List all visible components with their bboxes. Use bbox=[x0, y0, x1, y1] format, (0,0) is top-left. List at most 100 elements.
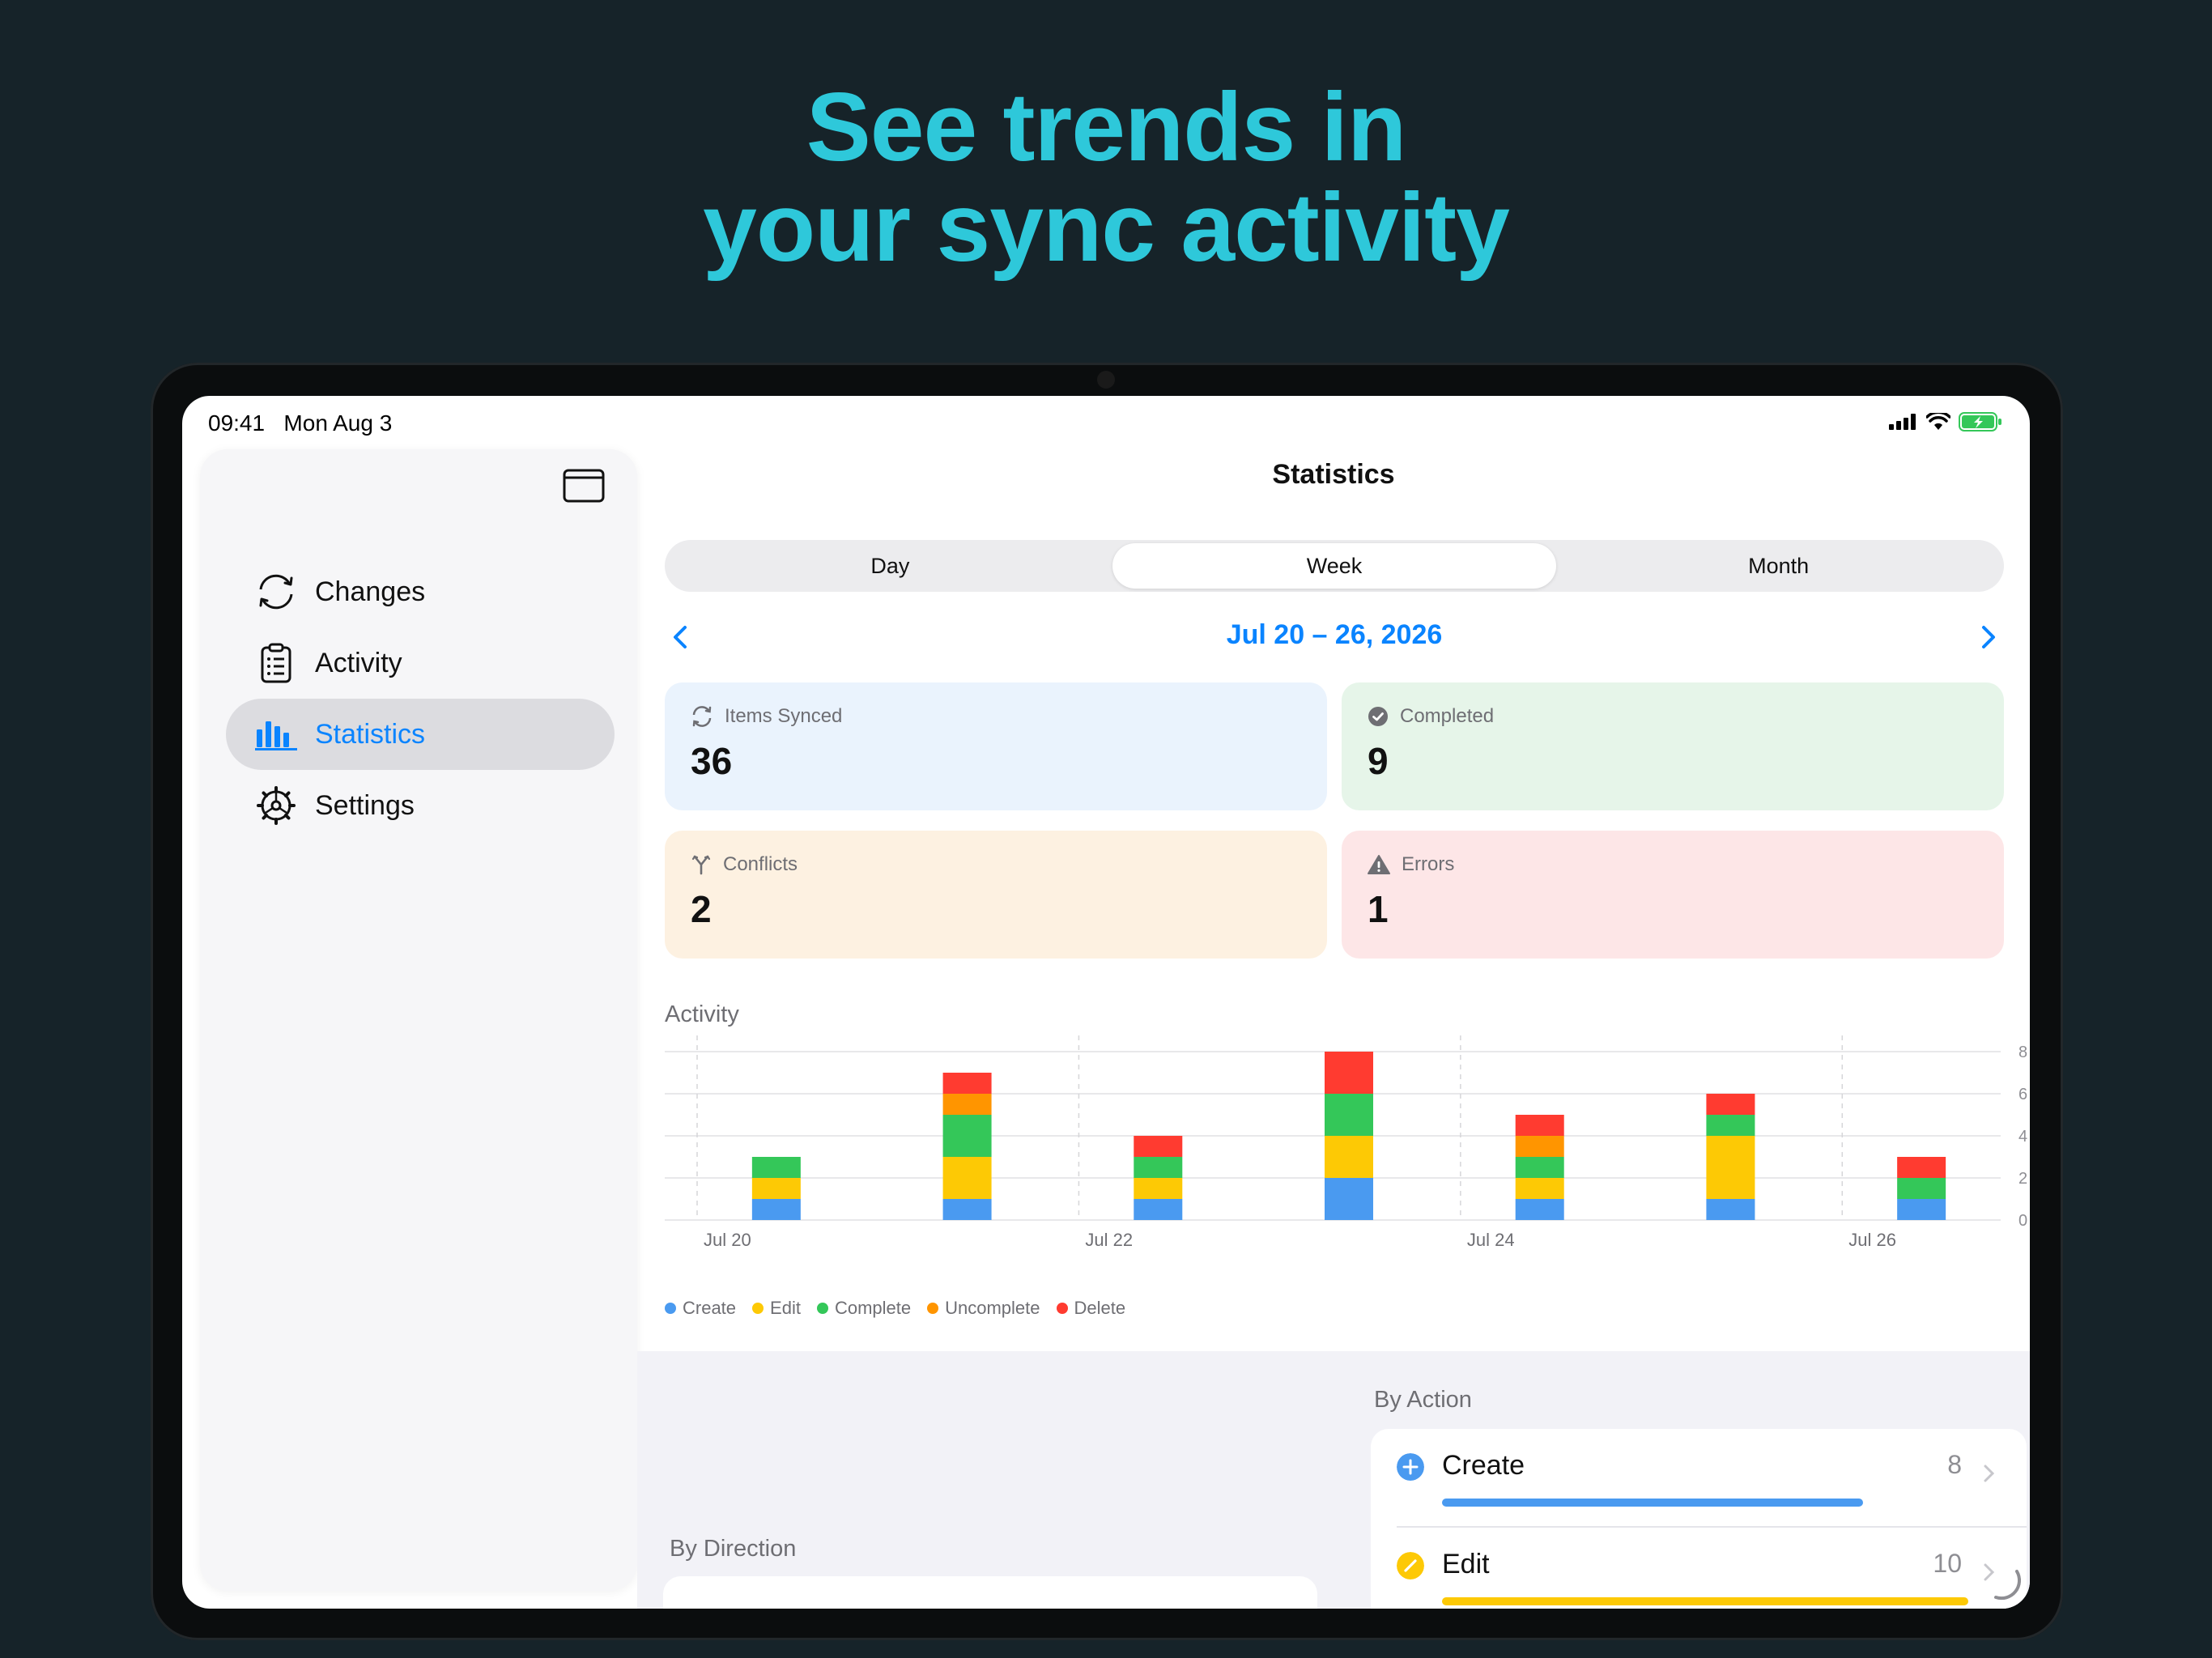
card-label: Conflicts bbox=[723, 853, 798, 875]
sync-arrows-icon bbox=[252, 569, 300, 614]
x-tick-label: Jul 24 bbox=[1467, 1230, 1515, 1250]
errors-card[interactable]: Errors 1 bbox=[1342, 831, 2004, 959]
bar-segment-complete bbox=[751, 1157, 801, 1178]
legend-label: Edit bbox=[770, 1298, 801, 1318]
bar-segment-edit bbox=[1706, 1136, 1755, 1199]
legend-dot bbox=[752, 1303, 764, 1314]
period-segmented-control: Day Week Month bbox=[665, 540, 2004, 592]
bar-segment-delete bbox=[1515, 1115, 1564, 1136]
bar-segment-complete bbox=[1515, 1157, 1564, 1178]
bar-segment-edit bbox=[942, 1157, 992, 1199]
bar-segment-complete bbox=[1325, 1094, 1373, 1136]
bar-segment-uncomplete bbox=[1515, 1136, 1564, 1157]
y-tick-label: 8 bbox=[2018, 1044, 2027, 1061]
action-count: 8 bbox=[1947, 1450, 1962, 1479]
segment-day[interactable]: Day bbox=[668, 543, 1112, 589]
legend-item: Complete bbox=[816, 1298, 912, 1319]
card-label-row: Errors bbox=[1368, 853, 1978, 876]
headline-line-2: your sync activity bbox=[703, 173, 1510, 282]
action-row-create[interactable]: Create 8 bbox=[1371, 1429, 2027, 1526]
sidebar-item-label: Activity bbox=[315, 647, 402, 678]
battery-charging-icon bbox=[1959, 412, 2001, 432]
legend-label: Complete bbox=[834, 1298, 912, 1318]
sidebar-item-activity[interactable]: Activity bbox=[226, 627, 615, 699]
status-time-text: 09:41 bbox=[208, 410, 266, 436]
bar-segment-delete bbox=[1325, 1052, 1373, 1094]
legend-label: Create bbox=[683, 1298, 737, 1318]
by-direction-card[interactable] bbox=[663, 1576, 1317, 1609]
bar-segment-create bbox=[942, 1199, 992, 1220]
bar-segment-delete bbox=[1134, 1136, 1183, 1157]
page-title: Statistics bbox=[1272, 459, 1395, 490]
bar-segment-create bbox=[751, 1199, 801, 1220]
status-time: 09:41 Mon Aug 3 bbox=[208, 410, 392, 436]
x-tick-label: Jul 20 bbox=[704, 1230, 751, 1250]
y-tick-label: 6 bbox=[2018, 1086, 2027, 1103]
items-synced-card[interactable]: Items Synced 36 bbox=[665, 682, 1327, 810]
sidebar-item-label: Changes bbox=[315, 576, 426, 607]
bar-segment-delete bbox=[1706, 1094, 1755, 1115]
bar-chart-icon bbox=[252, 712, 300, 757]
sidebar-toggle-icon[interactable] bbox=[563, 469, 605, 503]
bar-segment-delete bbox=[1897, 1157, 1946, 1178]
by-action-card: Create 8 Edit 10 bbox=[1371, 1429, 2027, 1609]
y-tick-label: 4 bbox=[2018, 1128, 2027, 1146]
date-range-label: Jul 20 – 26, 2026 bbox=[1226, 619, 1443, 650]
merge-icon bbox=[691, 855, 711, 875]
by-direction-title: By Direction bbox=[670, 1536, 797, 1562]
action-row-edit[interactable]: Edit 10 bbox=[1371, 1528, 2027, 1609]
card-label-row: Completed bbox=[1368, 705, 1978, 728]
bar-segment-edit bbox=[751, 1178, 801, 1199]
legend-dot bbox=[665, 1303, 676, 1314]
bar-segment-complete bbox=[1897, 1178, 1946, 1199]
legend-label: Uncomplete bbox=[945, 1298, 1040, 1318]
breakdown-section: By Action By Direction Create 8 Edit 10 bbox=[637, 1351, 2030, 1609]
card-label: Items Synced bbox=[725, 705, 843, 727]
legend-item: Uncomplete bbox=[927, 1298, 1040, 1319]
card-value: 1 bbox=[1368, 888, 1389, 930]
legend-dot bbox=[927, 1303, 939, 1314]
action-progress-bar bbox=[1442, 1597, 1968, 1605]
y-tick-label: 0 bbox=[2018, 1212, 2027, 1230]
bar-segment-create bbox=[1897, 1199, 1946, 1220]
bar-segment-create bbox=[1706, 1199, 1755, 1220]
activity-section-title: Activity bbox=[665, 1001, 739, 1027]
segment-week[interactable]: Week bbox=[1112, 543, 1557, 589]
card-label-row: Conflicts bbox=[691, 853, 1301, 876]
sidebar-item-statistics[interactable]: Statistics bbox=[226, 699, 615, 770]
legend-item: Create bbox=[665, 1298, 736, 1319]
action-label: Edit bbox=[1442, 1549, 1490, 1579]
plus-circle-icon bbox=[1397, 1453, 1424, 1481]
clipboard-list-icon bbox=[252, 640, 300, 686]
checkmark-circle-icon bbox=[1368, 707, 1388, 726]
card-label-row: Items Synced bbox=[691, 705, 1301, 728]
front-camera bbox=[1097, 371, 1115, 389]
action-count: 10 bbox=[1933, 1549, 1962, 1578]
bar-segment-uncomplete bbox=[942, 1094, 992, 1115]
card-value: 36 bbox=[691, 740, 733, 782]
chevron-right-icon bbox=[1984, 1465, 1995, 1482]
legend-item: Delete bbox=[1056, 1298, 1125, 1319]
sidebar-item-settings[interactable]: Settings bbox=[226, 770, 615, 841]
chevron-right-icon[interactable] bbox=[1972, 621, 2004, 653]
conflicts-card[interactable]: Conflicts 2 bbox=[665, 831, 1327, 959]
bar-segment-complete bbox=[942, 1115, 992, 1157]
status-bar: 09:41 Mon Aug 3 bbox=[182, 396, 2030, 444]
cellular-signal-icon bbox=[1889, 414, 1916, 430]
date-range-navigator: Jul 20 – 26, 2026 bbox=[665, 613, 2004, 661]
pencil-circle-icon bbox=[1397, 1552, 1424, 1579]
completed-card[interactable]: Completed 9 bbox=[1342, 682, 2004, 810]
bar-segment-create bbox=[1325, 1178, 1373, 1220]
chart-legend: Create Edit Complete Uncomplete Delete bbox=[665, 1298, 1125, 1319]
segment-month[interactable]: Month bbox=[1556, 543, 2001, 589]
legend-dot bbox=[1056, 1303, 1068, 1314]
bar-segment-complete bbox=[1134, 1157, 1183, 1178]
card-value: 2 bbox=[691, 888, 712, 930]
gear-icon bbox=[252, 783, 300, 828]
by-action-title: By Action bbox=[1374, 1387, 1472, 1413]
action-label: Create bbox=[1442, 1450, 1525, 1481]
bar-segment-edit bbox=[1134, 1178, 1183, 1199]
card-value: 9 bbox=[1368, 740, 1389, 782]
x-tick-label: Jul 22 bbox=[1085, 1230, 1133, 1250]
sidebar-item-changes[interactable]: Changes bbox=[226, 556, 615, 627]
